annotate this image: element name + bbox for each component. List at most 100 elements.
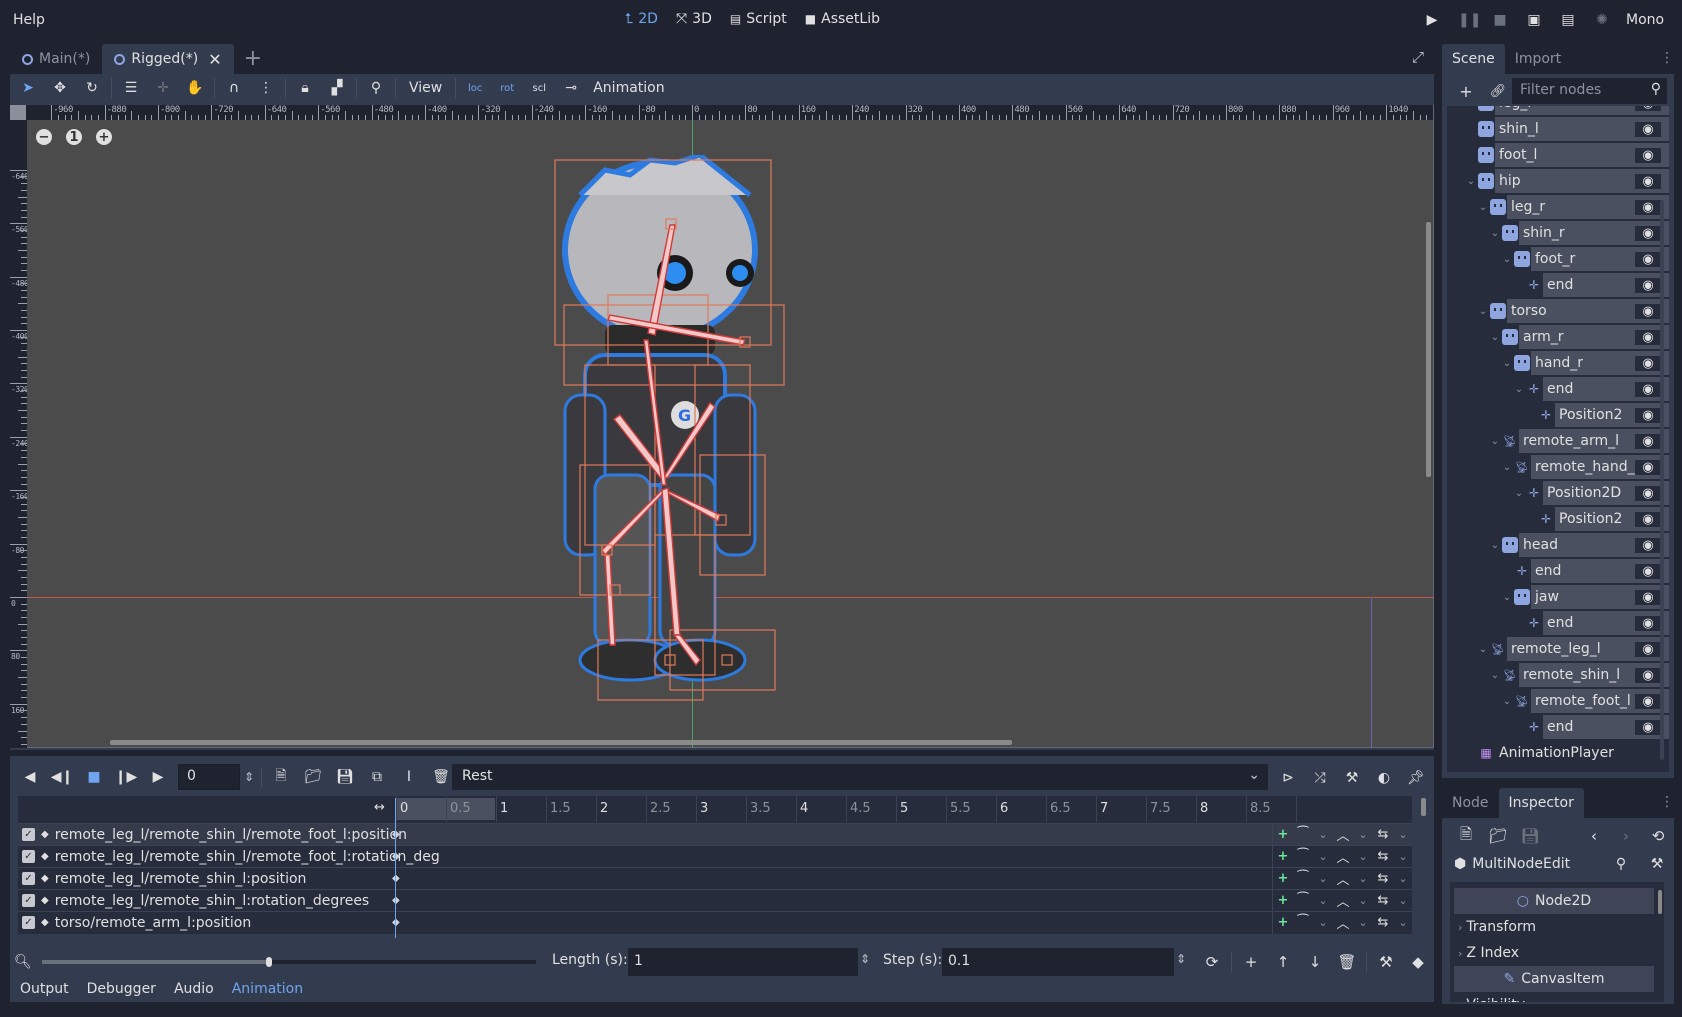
visibility-eye-icon[interactable]: ◉ xyxy=(1635,615,1661,631)
animation-menu[interactable]: Animation xyxy=(587,80,670,96)
track-row[interactable]: ✓ ◆ remote_leg_l/remote_shin_l/remote_foot… xyxy=(18,845,1413,868)
dock-menu-icon[interactable]: ⋮ xyxy=(1660,50,1674,66)
tree-node-bone[interactable]: ⌄ hip ◉ xyxy=(1447,168,1669,194)
play-backwards-icon[interactable]: ◀ xyxy=(14,763,46,791)
autoplay-icon[interactable]: ⊳ xyxy=(1272,764,1304,792)
chevron-down-icon[interactable]: ⌄ xyxy=(1353,828,1373,841)
track-enabled-checkbox[interactable]: ✓ xyxy=(22,850,35,863)
zoom-reset-icon[interactable]: 1 xyxy=(66,129,82,145)
delete-track-icon[interactable]: 🗑︎ xyxy=(1331,948,1363,976)
move-mode-icon[interactable]: ✥ xyxy=(44,76,76,100)
chevron-down-icon[interactable]: ⌄ xyxy=(1313,894,1333,907)
bottom-tab-output[interactable]: Output xyxy=(20,981,69,997)
wrap-mode-icon[interactable]: ︿ xyxy=(1333,825,1353,844)
wrap-mode-icon[interactable]: ︿ xyxy=(1333,913,1353,932)
close-icon[interactable]: ✕ xyxy=(208,50,221,69)
viewport-horizontal-scrollbar[interactable] xyxy=(110,740,1012,745)
loop-wrap-icon[interactable]: ⇆ xyxy=(1373,827,1393,842)
timeline-zoom-slider[interactable] xyxy=(42,957,536,967)
new-resource-icon[interactable]: 🗎 xyxy=(1450,822,1482,850)
chevron-down-icon[interactable]: ⌄ xyxy=(1353,872,1373,885)
step-input[interactable]: 0.1 xyxy=(942,948,1174,976)
expand-arrow-icon[interactable]: ⌄ xyxy=(1501,254,1513,265)
tab-node[interactable]: Node xyxy=(1442,788,1499,818)
ruler-corner[interactable] xyxy=(10,105,27,120)
chevron-down-icon[interactable]: ⌄ xyxy=(1393,850,1413,863)
tree-node-position[interactable]: ⌄ ✛ Position2D ◉ xyxy=(1447,480,1669,506)
tree-node-remote[interactable]: ⌄ 📡︎ remote_arm_l ◉ xyxy=(1447,428,1669,454)
pin-icon[interactable]: 📌︎ xyxy=(1400,764,1432,792)
loop-wrap-icon[interactable]: ⇆ xyxy=(1373,871,1393,886)
tab-import[interactable]: Import xyxy=(1505,44,1571,74)
tracks-scrollbar[interactable] xyxy=(1421,798,1426,816)
rename-animation-icon[interactable]: I xyxy=(393,763,425,791)
tree-node-remote[interactable]: ⌄ 📡︎ remote_shin_l ◉ xyxy=(1447,662,1669,688)
tree-node-position[interactable]: ✛ end ◉ xyxy=(1447,714,1669,740)
visibility-eye-icon[interactable]: ◉ xyxy=(1635,173,1661,189)
visibility-eye-icon[interactable]: ◉ xyxy=(1635,121,1661,137)
frame-spinner-icon[interactable]: ⇕ xyxy=(240,770,258,784)
tab-scene[interactable]: Scene xyxy=(1442,44,1505,74)
visibility-eye-icon[interactable]: ◉ xyxy=(1635,329,1661,345)
visibility-eye-icon[interactable]: ◉ xyxy=(1635,251,1661,267)
tree-node-remote[interactable]: ⌄ 📡︎ remote_leg_l ◉ xyxy=(1447,636,1669,662)
tree-node-bone[interactable]: leg_l◉ xyxy=(1447,106,1669,116)
tree-node-animplayer[interactable]: ▦ AnimationPlayer xyxy=(1447,740,1669,766)
tree-node-remote[interactable]: ⌄ 📡︎ remote_foot_l ◉ xyxy=(1447,688,1669,714)
tree-node-bone[interactable]: ⌄ foot_r ◉ xyxy=(1447,246,1669,272)
add-track-icon[interactable]: + xyxy=(1235,948,1267,976)
chevron-down-icon[interactable]: ⌄ xyxy=(1393,894,1413,907)
chevron-down-icon[interactable]: ⌄ xyxy=(1353,916,1373,929)
tree-node-position[interactable]: ✛ end ◉ xyxy=(1447,610,1669,636)
zoom-in-icon[interactable]: + xyxy=(96,129,112,145)
play-icon[interactable]: ▶ xyxy=(1424,12,1440,28)
visibility-eye-icon[interactable]: ◉ xyxy=(1635,589,1661,605)
inspector-group-transform[interactable]: › Transform xyxy=(1454,914,1654,940)
bottom-tab-animation[interactable]: Animation xyxy=(232,981,303,997)
key-edit-icon[interactable]: ◆ xyxy=(1402,948,1434,976)
chevron-down-icon[interactable]: ⌄ xyxy=(1313,850,1333,863)
tab-inspector[interactable]: Inspector xyxy=(1498,788,1584,818)
track-enabled-checkbox[interactable]: ✓ xyxy=(22,894,35,907)
visibility-eye-icon[interactable]: ◉ xyxy=(1635,719,1661,735)
visibility-eye-icon[interactable]: ◉ xyxy=(1635,355,1661,371)
search-icon[interactable]: ⚲ xyxy=(1606,856,1636,872)
track-enabled-checkbox[interactable]: ✓ xyxy=(22,828,35,841)
pause-icon[interactable]: ❚❚ xyxy=(1458,12,1481,28)
chevron-down-icon[interactable]: ⌄ xyxy=(1393,828,1413,841)
tree-node-position[interactable]: ✛ Position2 ◉ xyxy=(1447,506,1669,532)
chevron-down-icon[interactable]: ⌄ xyxy=(1313,916,1333,929)
visibility-eye-icon[interactable]: ◉ xyxy=(1635,693,1661,709)
bone-icon[interactable]: ⚲ xyxy=(360,76,392,100)
animation-select[interactable]: Rest ⌄ xyxy=(452,764,1268,790)
blend-icon[interactable]: ⤮ xyxy=(1304,764,1336,792)
length-input[interactable]: 1 xyxy=(628,948,858,976)
visibility-eye-icon[interactable]: ◉ xyxy=(1635,225,1661,241)
load-resource-icon[interactable]: 📁︎ xyxy=(1482,822,1514,850)
step-spinner-icon[interactable]: ⇕ xyxy=(1176,952,1186,966)
track-row[interactable]: ✓ ◆ remote_leg_l/remote_shin_l:rotation_de… xyxy=(18,889,1413,912)
expand-arrow-icon[interactable]: ⌄ xyxy=(1501,592,1513,603)
insert-key-icon[interactable]: + xyxy=(1273,871,1293,886)
inspector-scrollbar[interactable] xyxy=(1658,890,1662,914)
loop-wrap-icon[interactable]: ⇆ xyxy=(1373,915,1393,930)
more-icon[interactable]: ⋮ xyxy=(250,76,282,100)
expand-arrow-icon[interactable]: ⌄ xyxy=(1477,202,1489,213)
tree-node-bone[interactable]: ⌄ shin_r ◉ xyxy=(1447,220,1669,246)
chevron-down-icon[interactable]: ⌄ xyxy=(1353,894,1373,907)
chevron-down-icon[interactable]: ⌄ xyxy=(1313,872,1333,885)
loop-wrap-icon[interactable]: ⇆ xyxy=(1373,849,1393,864)
insert-key-icon[interactable]: + xyxy=(1273,849,1293,864)
duplicate-animation-icon[interactable]: ⧉ xyxy=(361,763,393,791)
expand-arrow-icon[interactable]: ⌄ xyxy=(1489,436,1501,447)
interpolation-icon[interactable]: ⁀ xyxy=(1293,827,1313,842)
expand-arrow-icon[interactable]: ⌄ xyxy=(1477,644,1489,655)
tree-node-bone[interactable]: ⌄ jaw ◉ xyxy=(1447,584,1669,610)
expand-arrow-icon[interactable]: ⌄ xyxy=(1513,384,1525,395)
wrap-mode-icon[interactable]: ︿ xyxy=(1333,869,1353,888)
expand-arrow-icon[interactable]: ⌄ xyxy=(1501,358,1513,369)
timeline-header[interactable]: ↔ 0 0.5 1 1.5 2 2.5 3 3.5 4 4.5 5 5.5 6 6.5 7 7.5 8 8.5 xyxy=(18,796,1412,822)
frame-position-input[interactable]: 0 xyxy=(178,764,240,790)
tree-node-bone[interactable]: shin_l ◉ xyxy=(1447,116,1669,142)
expand-arrow-icon[interactable]: ⌄ xyxy=(1489,540,1501,551)
